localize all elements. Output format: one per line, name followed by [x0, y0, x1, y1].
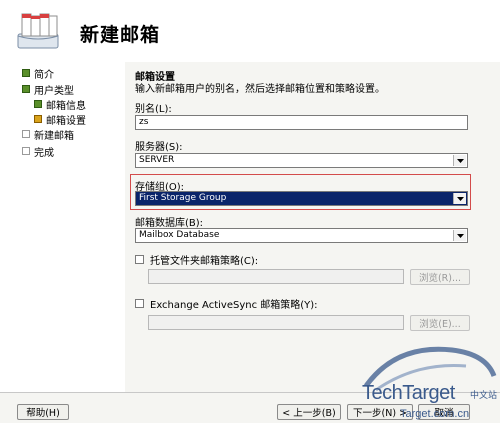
chevron-down-icon[interactable]	[453, 155, 466, 166]
settings-pane: 邮箱设置 输入新邮箱用户的别名，然后选择邮箱位置和策略设置。 别名(L): zs…	[125, 62, 500, 392]
step-complete-icon	[34, 100, 42, 108]
step-pending-icon	[22, 147, 30, 155]
server-label: 服务器(S):	[135, 142, 183, 153]
nav-step-user-type: 用户类型	[22, 82, 74, 97]
section-description: 输入新邮箱用户的别名，然后选择邮箱位置和策略设置。	[135, 84, 385, 95]
server-select[interactable]: SERVER	[135, 153, 468, 168]
chevron-down-icon[interactable]	[453, 193, 466, 204]
mailbox-icon	[17, 13, 59, 49]
browse-managed-folder-button[interactable]: 浏览(R)...	[410, 269, 470, 285]
mailbox-db-label: 邮箱数据库(B):	[135, 218, 204, 229]
storage-group-select[interactable]: First Storage Group	[135, 191, 468, 206]
activesync-policy-row: Exchange ActiveSync 邮箱策略(Y):	[135, 296, 318, 311]
nav-step-finish: 完成	[22, 144, 54, 159]
managed-folder-policy-row: 托管文件夹邮箱策略(C):	[135, 252, 258, 267]
nav-step-intro: 简介	[22, 66, 54, 81]
next-button[interactable]: 下一步(N) >	[347, 404, 413, 420]
activesync-policy-field	[148, 315, 404, 330]
mailbox-db-select[interactable]: Mailbox Database	[135, 228, 468, 243]
help-button[interactable]: 帮助(H)	[17, 404, 69, 420]
nav-step-label: 邮箱信息	[46, 100, 86, 112]
step-pending-icon	[22, 130, 30, 138]
nav-step-label: 用户类型	[34, 85, 74, 97]
nav-step-label: 完成	[34, 147, 54, 159]
nav-step-mailbox-info: 邮箱信息	[34, 97, 86, 112]
mailbox-db-value: Mailbox Database	[139, 230, 220, 240]
chevron-down-icon[interactable]	[453, 230, 466, 241]
step-complete-icon	[22, 85, 30, 93]
back-button[interactable]: < 上一步(B)	[277, 404, 341, 420]
server-select-value: SERVER	[139, 155, 175, 165]
nav-step-new-mailbox: 新建邮箱	[22, 127, 74, 142]
managed-folder-policy-field	[148, 269, 404, 284]
browse-activesync-button[interactable]: 浏览(E)...	[410, 315, 470, 331]
activesync-policy-checkbox[interactable]	[135, 299, 144, 308]
wizard-button-bar: 帮助(H) < 上一步(B) 下一步(N) > 取消	[0, 392, 500, 423]
managed-folder-policy-checkbox[interactable]	[135, 255, 144, 264]
alias-label: 别名(L):	[135, 104, 172, 115]
step-complete-icon	[22, 69, 30, 77]
nav-step-label: 新建邮箱	[34, 130, 74, 142]
alias-input[interactable]: zs	[135, 115, 468, 130]
wizard-steps-nav: 简介 用户类型 邮箱信息 邮箱设置 新建邮箱 完成	[0, 62, 124, 392]
nav-step-label: 邮箱设置	[46, 115, 86, 127]
page-title: 新建邮箱	[80, 24, 161, 46]
nav-step-mailbox-settings: 邮箱设置	[34, 112, 86, 127]
cancel-button[interactable]: 取消	[418, 404, 470, 420]
nav-step-label: 简介	[34, 69, 54, 81]
wizard-header: 新建邮箱	[0, 0, 500, 60]
activesync-policy-label: Exchange ActiveSync 邮箱策略(Y):	[150, 300, 318, 311]
step-current-icon	[34, 115, 42, 123]
managed-folder-policy-label: 托管文件夹邮箱策略(C):	[150, 256, 259, 267]
storage-group-value: First Storage Group	[139, 193, 227, 203]
